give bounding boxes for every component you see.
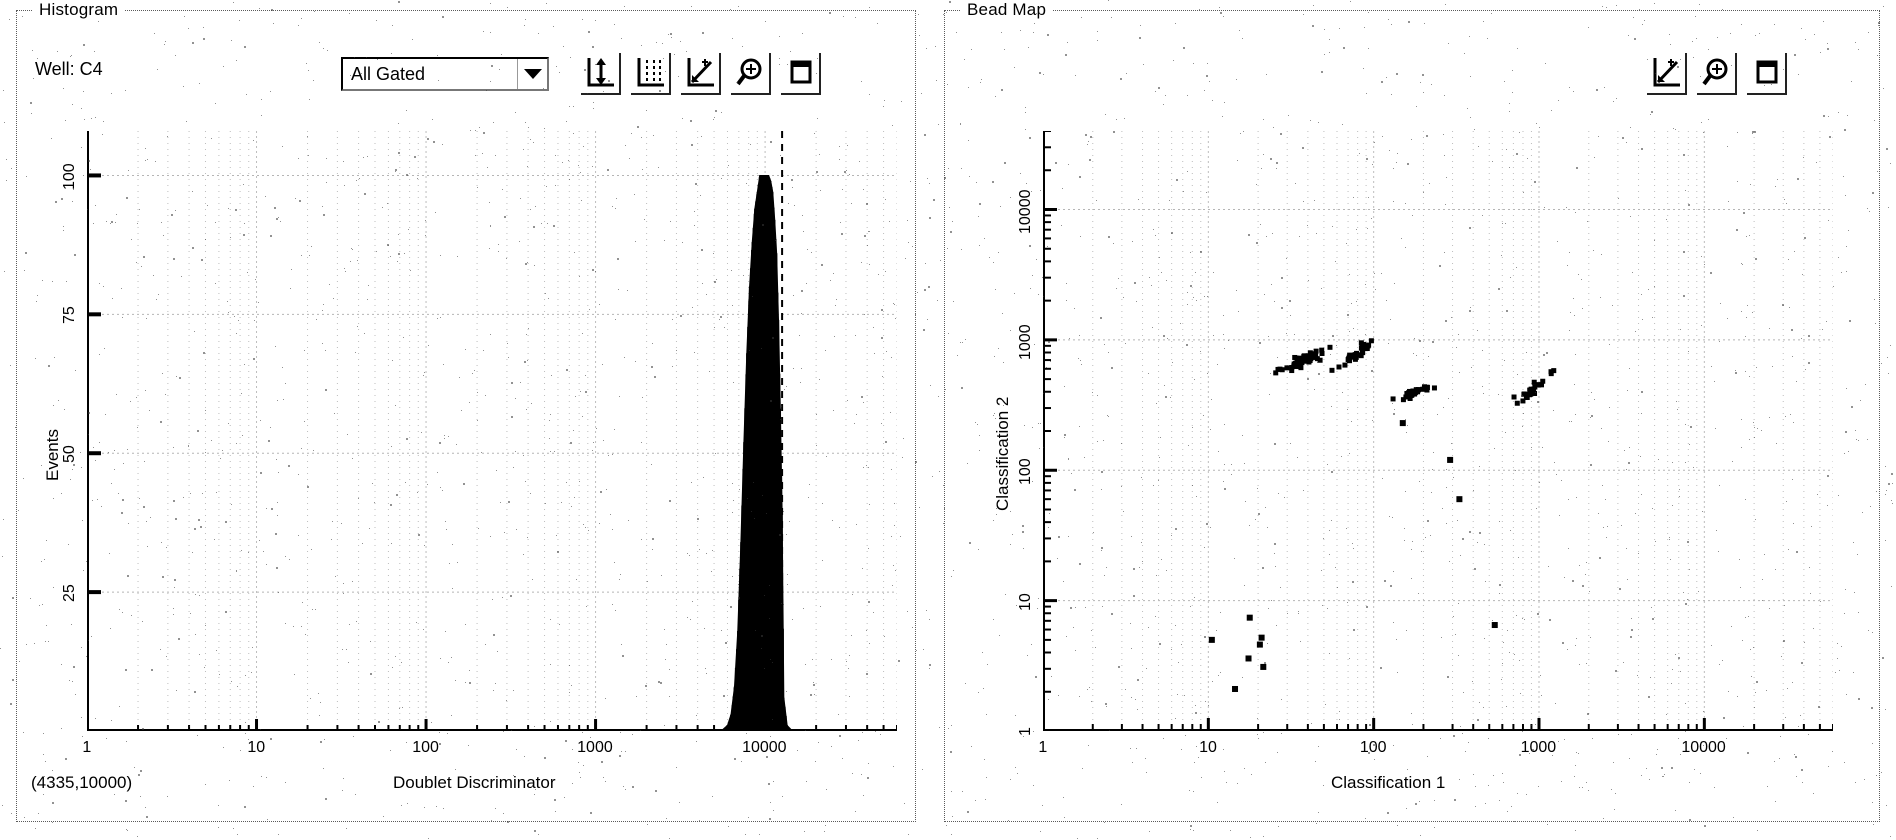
histogram-x-tick: 1000	[577, 739, 613, 756]
histogram-x-tick: 10000	[742, 739, 787, 756]
beadmap-panel: Bead Map Classification 2 Classification…	[944, 0, 1880, 822]
autoscale-vertical-icon	[587, 58, 614, 87]
gate-select-value: All Gated	[351, 63, 426, 84]
beadmap-panel-title: Bead Map	[961, 0, 1053, 20]
line-plot-icon	[687, 58, 714, 87]
line-plot-icon	[1653, 58, 1680, 87]
well-label: Well: C4	[35, 59, 103, 79]
beadmap-x-tick: 100	[1359, 739, 1387, 756]
chevron-down-icon[interactable]	[517, 59, 547, 89]
autoscale-y-button[interactable]	[581, 53, 621, 95]
histogram-x-axis-title: Doublet Discriminator	[393, 773, 556, 792]
beadmap-plot[interactable]	[1043, 131, 1833, 731]
histogram-canvas[interactable]	[87, 131, 897, 731]
gridlines-icon	[637, 58, 664, 87]
beadmap-toolbar	[1647, 53, 1787, 95]
region-button[interactable]	[781, 53, 821, 95]
coordinate-readout: (4335,10000)	[31, 773, 133, 792]
beadmap-x-tick: 1	[1038, 739, 1048, 756]
histogram-y-tick: 25	[61, 584, 78, 603]
zoom-button[interactable]	[731, 53, 771, 95]
beadmap-y-tick: 1000	[1017, 324, 1034, 360]
histogram-x-tick: 10	[247, 739, 266, 756]
histogram-panel-title: Histogram	[33, 0, 125, 20]
line-plot-button[interactable]	[1647, 53, 1687, 95]
square-region-icon	[790, 60, 812, 84]
histogram-y-axis-title: Events	[43, 429, 62, 481]
histogram-y-tick: 50	[61, 445, 78, 464]
beadmap-x-tick: 10000	[1681, 739, 1726, 756]
line-plot-button[interactable]	[681, 53, 721, 95]
beadmap-y-tick: 10000	[1017, 189, 1034, 235]
histogram-toolbar: All Gated	[341, 53, 821, 95]
magnifier-plus-icon	[736, 58, 762, 86]
histogram-x-tick: 100	[412, 739, 439, 756]
region-button[interactable]	[1747, 53, 1787, 95]
beadmap-x-axis-title: Classification 1	[1331, 773, 1446, 792]
square-region-icon	[1756, 60, 1778, 84]
zoom-button[interactable]	[1697, 53, 1737, 95]
histogram-x-tick: 1	[82, 739, 92, 756]
gate-select[interactable]: All Gated	[341, 57, 549, 91]
gridlines-button[interactable]	[631, 53, 671, 95]
histogram-panel: Histogram Well: C4 All Gated Events Doub…	[16, 0, 916, 822]
magnifier-plus-icon	[1702, 58, 1728, 86]
histogram-plot[interactable]	[87, 131, 897, 731]
beadmap-y-tick: 1	[1017, 727, 1034, 736]
beadmap-y-tick: 10	[1017, 592, 1034, 611]
histogram-y-tick: 100	[61, 163, 78, 191]
beadmap-x-tick: 1000	[1520, 739, 1557, 756]
beadmap-y-tick: 100	[1017, 458, 1034, 486]
beadmap-canvas[interactable]	[1043, 131, 1833, 731]
beadmap-x-tick: 10	[1199, 739, 1217, 756]
beadmap-y-axis-title: Classification 2	[993, 396, 1012, 511]
histogram-y-tick: 75	[61, 306, 78, 325]
